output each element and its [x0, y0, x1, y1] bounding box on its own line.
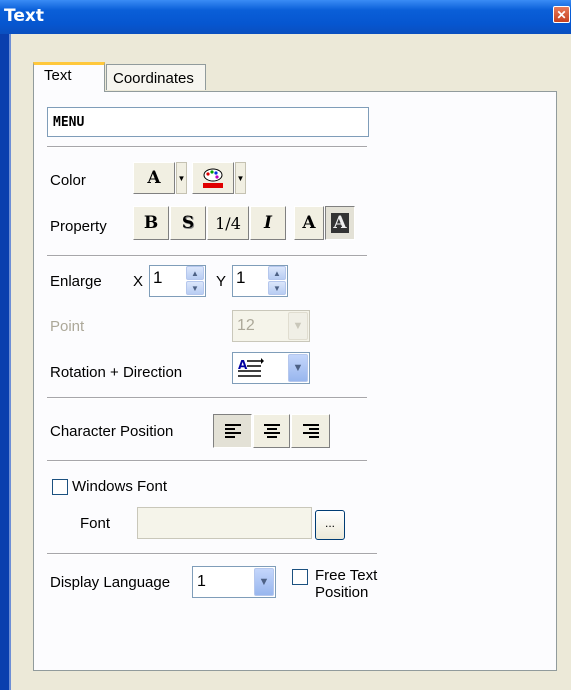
reverse-text-button[interactable]: A — [325, 206, 355, 240]
palette-icon — [203, 168, 223, 188]
tab-coordinates[interactable]: Coordinates — [106, 64, 206, 90]
chevron-down-icon: ▼ — [254, 568, 274, 596]
title-bar: Text ✕ — [0, 0, 571, 34]
display-language-label: Display Language — [50, 574, 171, 591]
align-left-icon — [224, 424, 241, 438]
free-text-label-line2: Position — [315, 584, 369, 601]
bold-glyph: B — [143, 213, 159, 233]
separator — [47, 146, 367, 148]
quarter-size-button[interactable]: 1/4 — [207, 206, 249, 240]
font-field[interactable] — [137, 507, 312, 539]
background-color-dropdown[interactable]: ▼ — [235, 162, 246, 194]
free-text-position-label: Free Text Position — [315, 567, 377, 601]
enlarge-x-spinner[interactable]: ▲ ▼ — [186, 266, 204, 296]
shadow-button[interactable]: S — [170, 206, 206, 240]
window-title: Text — [4, 6, 44, 26]
close-icon: ✕ — [556, 8, 567, 22]
font-browse-label: ... — [324, 516, 335, 530]
align-right-icon — [302, 424, 319, 438]
separator — [47, 553, 377, 555]
normal-glyph: A — [302, 213, 316, 233]
font-color-dropdown[interactable]: ▼ — [176, 162, 187, 194]
separator — [47, 397, 367, 399]
reverse-glyph: A — [331, 213, 349, 233]
enlarge-y-label: Y — [216, 273, 227, 290]
enlarge-y-value: 1 — [236, 268, 246, 287]
font-color-button[interactable]: A — [133, 162, 175, 194]
spin-up-icon[interactable]: ▲ — [186, 266, 204, 280]
enlarge-y-spinner[interactable]: ▲ ▼ — [268, 266, 286, 296]
normal-text-button[interactable]: A — [294, 206, 324, 240]
svg-text:A: A — [238, 358, 248, 372]
rotation-direction-label: Rotation + Direction — [50, 364, 183, 381]
background-color-button[interactable] — [192, 162, 234, 194]
window-frame-left-inner — [9, 34, 11, 690]
point-label: Point — [50, 318, 85, 335]
align-center-button[interactable] — [253, 414, 290, 448]
close-button[interactable]: ✕ — [553, 6, 570, 23]
spin-down-icon[interactable]: ▼ — [268, 281, 286, 295]
tab-coordinates-label: Coordinates — [113, 70, 194, 87]
bold-button[interactable]: B — [133, 206, 169, 240]
separator — [47, 255, 367, 257]
align-right-button[interactable] — [291, 414, 330, 448]
align-center-icon — [263, 424, 280, 438]
text-input[interactable] — [47, 107, 369, 137]
font-color-icon: A — [147, 168, 160, 188]
character-position-label: Character Position — [50, 423, 174, 440]
shadow-glyph: S — [181, 213, 195, 233]
enlarge-x-value: 1 — [153, 268, 163, 287]
tab-text[interactable]: Text — [33, 62, 105, 92]
point-select[interactable]: 12 ▼ — [232, 310, 310, 342]
window-frame-left — [0, 34, 9, 690]
separator — [47, 460, 367, 462]
quarter-size-glyph: 1/4 — [215, 213, 241, 233]
point-value: 12 — [237, 317, 255, 334]
display-language-select[interactable]: 1 ▼ — [192, 566, 276, 598]
spin-down-icon[interactable]: ▼ — [186, 281, 204, 295]
property-label: Property — [50, 218, 107, 235]
chevron-down-icon: ▼ — [236, 173, 245, 183]
text-direction-icon: A — [238, 358, 264, 377]
chevron-down-icon: ▼ — [288, 354, 308, 382]
font-label: Font — [80, 515, 111, 532]
rotation-direction-select[interactable]: A ▼ — [232, 352, 310, 384]
italic-button[interactable]: I — [250, 206, 286, 240]
display-language-value: 1 — [197, 573, 206, 590]
free-text-position-checkbox[interactable] — [292, 569, 308, 585]
tab-text-label: Text — [44, 67, 72, 84]
color-label: Color — [50, 172, 86, 189]
spin-up-icon[interactable]: ▲ — [268, 266, 286, 280]
align-left-button[interactable] — [213, 414, 252, 448]
chevron-down-icon: ▼ — [177, 173, 186, 183]
free-text-label-line1: Free Text — [315, 567, 378, 584]
windows-font-checkbox[interactable] — [52, 479, 68, 495]
font-color-glyph: A — [147, 168, 161, 188]
windows-font-label: Windows Font — [72, 478, 168, 495]
font-browse-button[interactable]: ... — [315, 510, 345, 540]
enlarge-label: Enlarge — [50, 273, 102, 290]
chevron-down-icon: ▼ — [288, 312, 308, 340]
enlarge-x-label: X — [133, 273, 144, 290]
italic-glyph: I — [264, 213, 272, 233]
